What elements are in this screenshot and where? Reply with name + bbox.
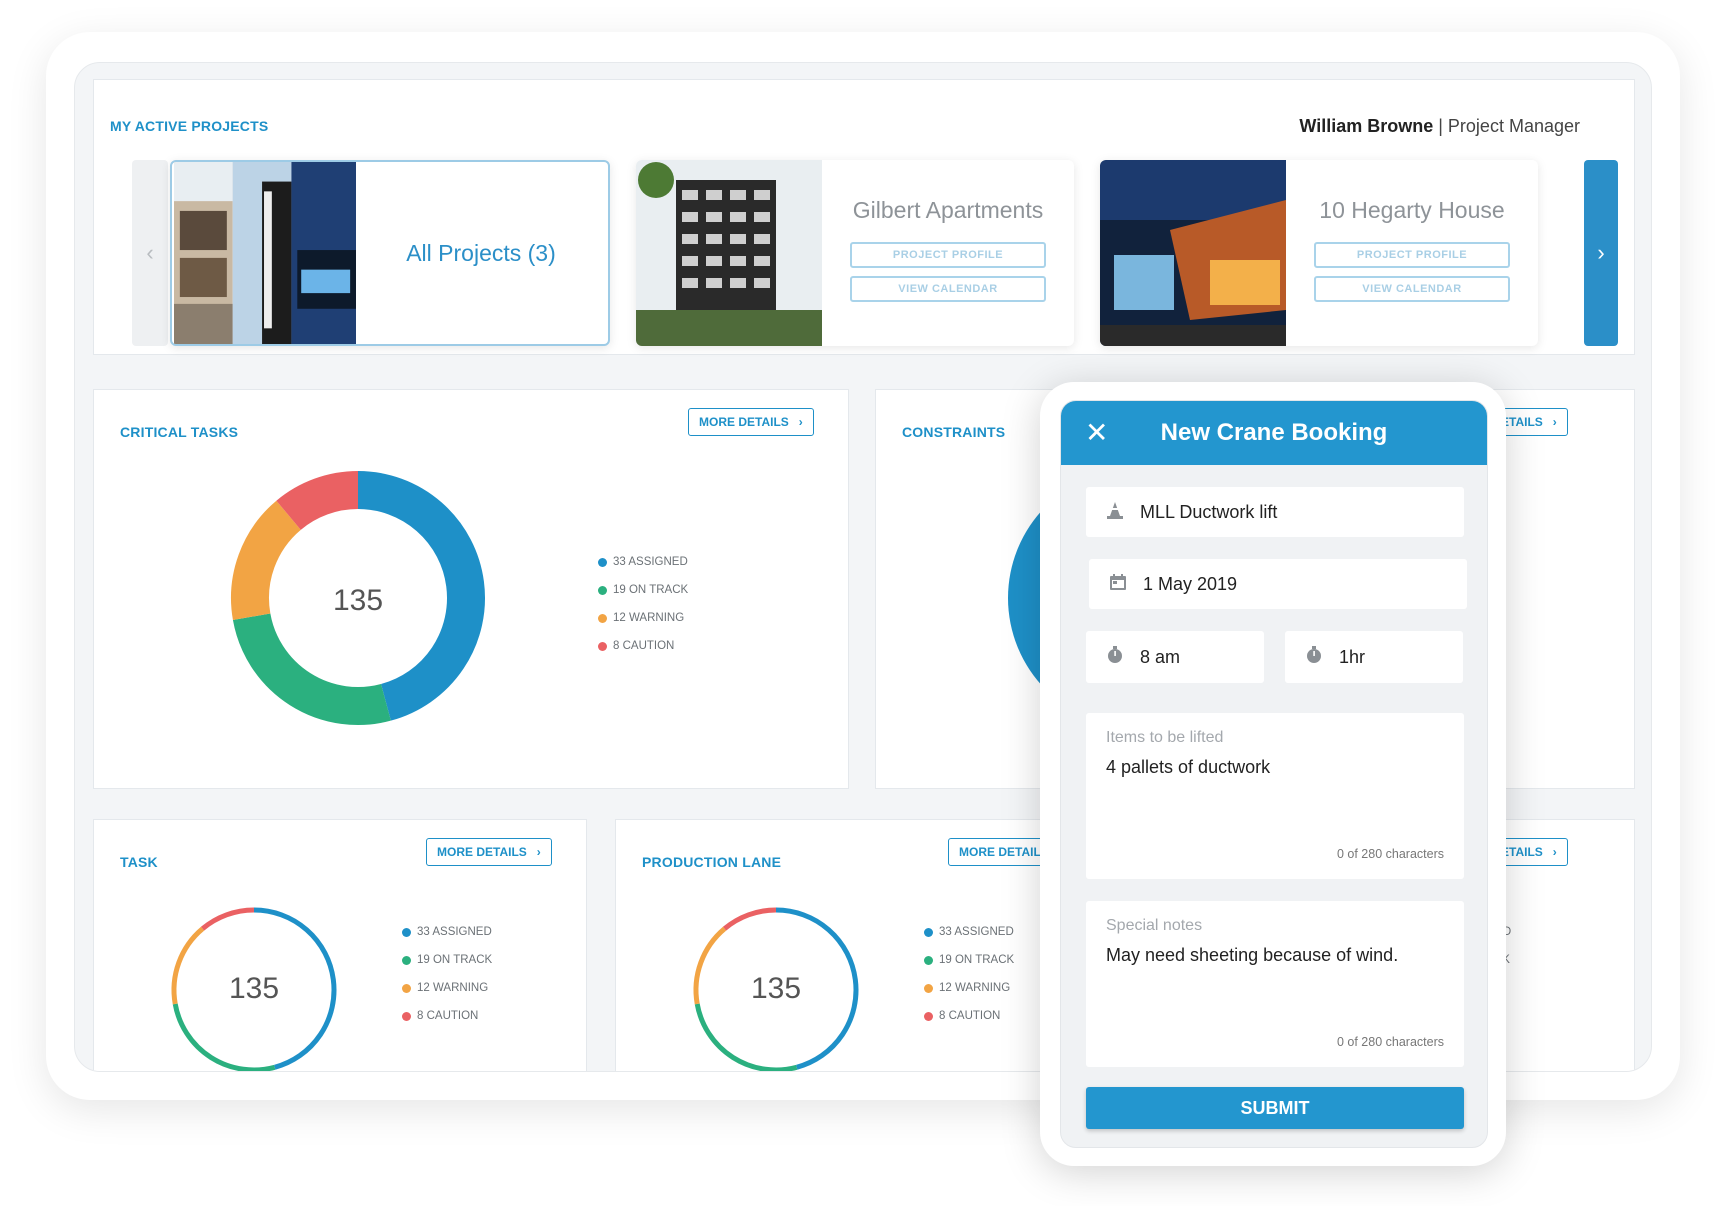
chart-legend: 33 ASSIGNED 19 ON TRACK 12 WARNING 8 CAU…: [924, 918, 1014, 1030]
modal-title: New Crane Booking: [1160, 419, 1388, 446]
items-value: 4 pallets of ductwork: [1106, 757, 1271, 777]
carousel-next-button[interactable]: ›: [1584, 160, 1618, 346]
chevron-right-icon: ›: [536, 845, 541, 859]
legend-item-on-track: 19 ON TRACK: [402, 946, 492, 974]
legend-item-assigned: 33 ASSIGNED: [924, 918, 1014, 946]
donut-segment-on-track: [694, 1003, 798, 1071]
legend-item-caution: 8 CAUTION: [402, 1002, 492, 1030]
section-title: MY ACTIVE PROJECTS: [110, 118, 269, 134]
more-details-label: MORE DETAIL: [959, 845, 1041, 859]
notes-textarea[interactable]: Special notes May need sheeting because …: [1086, 901, 1464, 1067]
user-info: William Browne | Project Manager: [1299, 116, 1580, 137]
chevron-left-icon: ‹: [146, 240, 154, 265]
chevron-right-icon: ›: [1552, 845, 1557, 859]
widget-title: TASK: [120, 854, 158, 870]
critical-tasks-widget: CRITICAL TASKS MORE DETAILS › 135 33 ASSI…: [93, 389, 849, 789]
stopwatch-icon: [1104, 645, 1126, 670]
donut-segment-caution: [200, 907, 255, 931]
items-textarea[interactable]: Items to be lifted 4 pallets of ductwork…: [1086, 713, 1464, 879]
duration-field[interactable]: 1hr: [1285, 631, 1463, 683]
items-label: Items to be lifted: [1106, 729, 1224, 746]
user-separator: |: [1433, 116, 1448, 136]
legend-item-caution: 8 CAUTION: [924, 1002, 1014, 1030]
gilbert-apartments-image: [636, 160, 822, 346]
activity-value: MLL Ductwork lift: [1140, 501, 1278, 522]
submit-button[interactable]: SUBMIT: [1086, 1087, 1464, 1129]
project-collage-image: [174, 162, 356, 344]
donut-total: 135: [228, 972, 280, 1005]
donut-segment-caution: [722, 907, 777, 931]
project-profile-button[interactable]: PROJECT PROFILE: [1314, 241, 1510, 268]
chevron-right-icon: ›: [1597, 240, 1605, 265]
donut-segment-caution: [276, 471, 359, 531]
donut-segment-warning: [171, 926, 205, 1005]
chevron-right-icon: ›: [798, 415, 803, 429]
start-time-field[interactable]: 8 am: [1086, 631, 1264, 683]
crane-booking-modal: ✕ New Crane Booking MLL Ductwork lift 1 …: [1060, 400, 1488, 1148]
legend-item-assigned: 33 ASSIGNED: [598, 548, 688, 576]
more-details-label: MORE DETAILS: [699, 415, 789, 429]
active-projects-panel: MY ACTIVE PROJECTS William Browne | Proj…: [93, 79, 1635, 355]
legend-item-warning: 12 WARNING: [402, 974, 492, 1002]
items-char-counter: 0 of 280 characters: [1336, 847, 1444, 861]
notes-label: Special notes: [1106, 917, 1203, 934]
user-role: Project Manager: [1447, 116, 1580, 136]
legend-item-warning: 12 WARNING: [924, 974, 1014, 1002]
carousel-prev-button[interactable]: ‹: [132, 160, 168, 346]
stopwatch-icon: [1303, 645, 1325, 670]
production-lane-widget: PRODUCTION LANE MORE DETAIL 135 33 ASSIG…: [615, 819, 1109, 1071]
widget-title: CRITICAL TASKS: [120, 424, 239, 440]
view-calendar-button[interactable]: VIEW CALENDAR: [850, 275, 1046, 302]
project-card-all[interactable]: All Projects (3): [170, 160, 610, 346]
legend-item-assigned: 33 ASSIGNED: [402, 918, 492, 946]
activity-field[interactable]: MLL Ductwork lift: [1086, 487, 1464, 537]
widget-title: CONSTRAINTS: [902, 424, 1006, 440]
project-info: Gilbert Apartments PROJECT PROFILE VIEW …: [822, 160, 1074, 346]
more-details-label: MORE DETAILS: [437, 845, 527, 859]
project-info: All Projects (3): [354, 162, 608, 344]
project-card-hegarty[interactable]: 10 Hegarty House PROJECT PROFILE VIEW CA…: [1100, 160, 1538, 346]
more-details-button[interactable]: MORE DETAILS ›: [426, 838, 552, 866]
project-name: Gilbert Apartments: [852, 196, 1044, 223]
modal-header: ✕ New Crane Booking: [1061, 401, 1487, 465]
user-name: William Browne: [1299, 116, 1434, 136]
chevron-right-icon: ›: [1552, 415, 1557, 429]
date-field[interactable]: 1 May 2019: [1089, 559, 1467, 609]
phone-frame: ✕ New Crane Booking MLL Ductwork lift 1 …: [1040, 382, 1506, 1166]
view-calendar-button[interactable]: VIEW CALENDAR: [1314, 275, 1510, 302]
donut-total: 135: [750, 972, 802, 1005]
legend-item-caution: 8 CAUTION: [598, 632, 688, 660]
project-profile-button[interactable]: PROJECT PROFILE: [850, 241, 1046, 268]
chart-legend: 33 ASSIGNED 19 ON TRACK 12 WARNING 8 CAU…: [402, 918, 492, 1030]
legend-item-warning: 12 WARNING: [598, 604, 688, 632]
chart-legend: 33 ASSIGNED 19 ON TRACK 12 WARNING 8 CAU…: [598, 548, 688, 660]
date-value: 1 May 2019: [1143, 573, 1238, 594]
task-widget: TASK MORE DETAILS › 135 33 ASSIGNED 19 ON…: [93, 819, 587, 1071]
donut-segment-on-track: [172, 1003, 276, 1071]
legend-item-on-track: 19 ON TRACK: [924, 946, 1014, 974]
donut-segment-warning: [231, 500, 302, 621]
duration-value: 1hr: [1339, 646, 1366, 667]
widget-title: PRODUCTION LANE: [642, 854, 782, 870]
calendar-icon: [1107, 572, 1129, 597]
donut-segment-on-track: [232, 612, 391, 725]
hegarty-house-image: [1100, 160, 1286, 346]
start-time-value: 8 am: [1140, 646, 1181, 667]
more-details-button[interactable]: MORE DETAIL: [948, 838, 1052, 866]
project-card-gilbert[interactable]: Gilbert Apartments PROJECT PROFILE VIEW …: [636, 160, 1074, 346]
project-info: 10 Hegarty House PROJECT PROFILE VIEW CA…: [1286, 160, 1538, 346]
project-name: All Projects (3): [406, 239, 556, 266]
notes-char-counter: 0 of 280 characters: [1336, 1035, 1444, 1049]
more-details-button[interactable]: MORE DETAILS ›: [688, 408, 814, 436]
project-name: 10 Hegarty House: [1319, 196, 1505, 223]
traffic-cone-icon: [1104, 500, 1126, 525]
legend-item-on-track: 19 ON TRACK: [598, 576, 688, 604]
donut-total: 135: [332, 584, 384, 617]
donut-segment-warning: [693, 926, 727, 1005]
notes-value: May need sheeting because of wind.: [1106, 945, 1399, 965]
